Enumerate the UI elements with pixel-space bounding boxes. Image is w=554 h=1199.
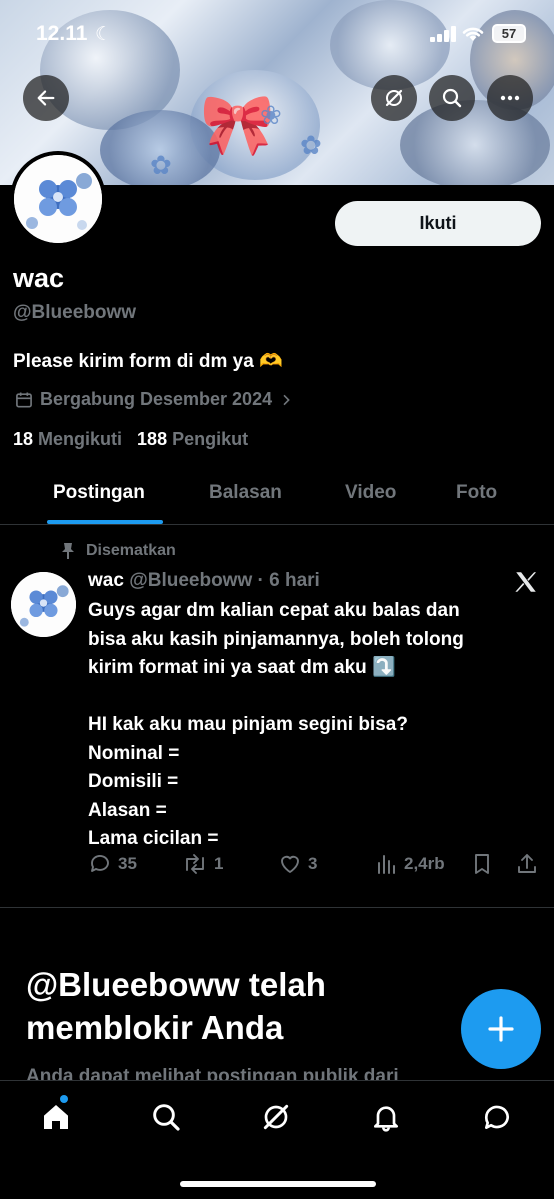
- status-time: 12.11: [36, 22, 88, 45]
- share-button[interactable]: [515, 852, 539, 876]
- post-line: Alasan =: [88, 799, 167, 821]
- bookmark-button[interactable]: [471, 852, 493, 876]
- post-line: Guys agar dm kalian cepat aku balas dan: [88, 600, 460, 621]
- reply-icon: [91, 855, 109, 872]
- follow-button[interactable]: Ikuti: [335, 201, 541, 246]
- home-notification-dot: [60, 1095, 68, 1103]
- tab-balasan[interactable]: Balasan: [209, 482, 282, 504]
- plus-icon: [488, 1016, 514, 1042]
- compose-post-button[interactable]: [461, 989, 541, 1069]
- post-line: kirim format ini ya saat dm aku ⤵️: [88, 657, 396, 678]
- x-logo-icon[interactable]: [513, 569, 539, 595]
- focus-moon-icon: ☾: [95, 24, 113, 45]
- grok-button[interactable]: [371, 75, 417, 121]
- post-line: Domisili =: [88, 771, 179, 792]
- followers-stat[interactable]: 188 Pengikut: [137, 429, 248, 450]
- home-indicator: [180, 1181, 376, 1187]
- following-label: Mengikuti: [38, 429, 123, 449]
- status-bar: 12.11 ☾ 57: [0, 0, 554, 62]
- bookmark-icon: [475, 854, 489, 874]
- back-button[interactable]: [23, 75, 69, 121]
- joined-date[interactable]: Bergabung Desember 2024: [14, 389, 294, 410]
- calendar-icon: [16, 392, 32, 407]
- pinned-label: Disematkan: [86, 542, 176, 559]
- tab-postingan[interactable]: Postingan: [53, 482, 145, 504]
- profile-name: wac: [13, 263, 65, 293]
- avatar-flower-art-small: [11, 572, 76, 637]
- views-icon: [378, 855, 395, 874]
- active-tab-indicator: [47, 520, 163, 524]
- like-count: 3: [308, 854, 318, 873]
- pinned-indicator: Disematkan: [60, 542, 176, 560]
- views-count: 2,4rb: [404, 854, 445, 873]
- nav-search[interactable]: [148, 1099, 184, 1135]
- profile-avatar[interactable]: [10, 151, 106, 247]
- grok-icon: [263, 1104, 289, 1130]
- like-button[interactable]: 3: [278, 852, 317, 876]
- post-author-name: wac: [88, 570, 124, 591]
- bell-icon: [374, 1106, 398, 1132]
- more-icon: [500, 95, 520, 101]
- grok-icon: [385, 89, 403, 107]
- post-line: bisa aku kasih pinjamannya, boleh tolong: [88, 628, 464, 650]
- post-author-meta: @Blueeboww · 6 hari: [129, 570, 320, 591]
- post-line: HI kak aku mau pinjam segini bisa?: [88, 714, 408, 735]
- blocked-title: @Blueeboww telah memblokir Anda: [26, 966, 326, 1046]
- search-icon: [442, 88, 462, 108]
- pin-icon: [62, 543, 74, 559]
- chevron-right-icon: [283, 394, 290, 405]
- joined-label: Bergabung Desember 2024: [40, 389, 273, 409]
- nav-notifications[interactable]: [368, 1099, 404, 1135]
- following-count: 18: [13, 429, 34, 449]
- post-text[interactable]: Guys agar dm kalian cepat aku balas dan …: [88, 597, 528, 854]
- post-line: [88, 683, 528, 712]
- nav-home[interactable]: [38, 1099, 74, 1135]
- search-icon: [153, 1104, 180, 1131]
- profile-bio: Please kirim form di dm ya 🫶: [13, 351, 283, 372]
- nav-messages[interactable]: [479, 1099, 515, 1135]
- more-options-button[interactable]: [487, 75, 533, 121]
- divider: [0, 907, 554, 908]
- tab-foto[interactable]: Foto: [456, 482, 497, 504]
- views-button[interactable]: 2,4rb: [376, 852, 445, 876]
- post-line: Nominal =: [88, 742, 180, 764]
- following-stat[interactable]: 18 Mengikuti: [13, 429, 122, 450]
- tab-video[interactable]: Video: [345, 482, 396, 504]
- wifi-icon: [462, 27, 484, 41]
- nav-grok[interactable]: [258, 1099, 294, 1135]
- post-line: Lama cicilan =: [88, 828, 219, 849]
- like-icon: [281, 855, 299, 873]
- share-icon: [518, 854, 536, 873]
- repost-button[interactable]: 1: [182, 852, 223, 876]
- profile-tabs: Postingan Balasan Video Foto: [0, 470, 554, 525]
- reply-button[interactable]: 35: [88, 852, 137, 876]
- post-actions: 35 1 3 2,4rb: [88, 852, 543, 882]
- post-author-avatar[interactable]: [11, 572, 76, 637]
- post-header[interactable]: wac @Blueeboww · 6 hari: [88, 570, 320, 592]
- repost-icon: [186, 854, 204, 874]
- followers-label: Pengikut: [172, 429, 249, 449]
- repost-count: 1: [214, 854, 224, 873]
- reply-count: 35: [118, 854, 137, 873]
- profile-handle: @Blueeboww: [13, 302, 137, 323]
- battery-indicator: 57: [492, 24, 526, 43]
- avatar-flower-art: [14, 155, 102, 243]
- home-icon: [44, 1105, 68, 1129]
- followers-count: 188: [137, 429, 168, 449]
- follow-stats: 18 Mengikuti 188 Pengikut: [13, 429, 248, 450]
- search-button[interactable]: [429, 75, 475, 121]
- back-arrow-icon: [37, 90, 55, 106]
- cellular-signal-icon: [430, 26, 456, 42]
- messages-icon: [484, 1105, 509, 1129]
